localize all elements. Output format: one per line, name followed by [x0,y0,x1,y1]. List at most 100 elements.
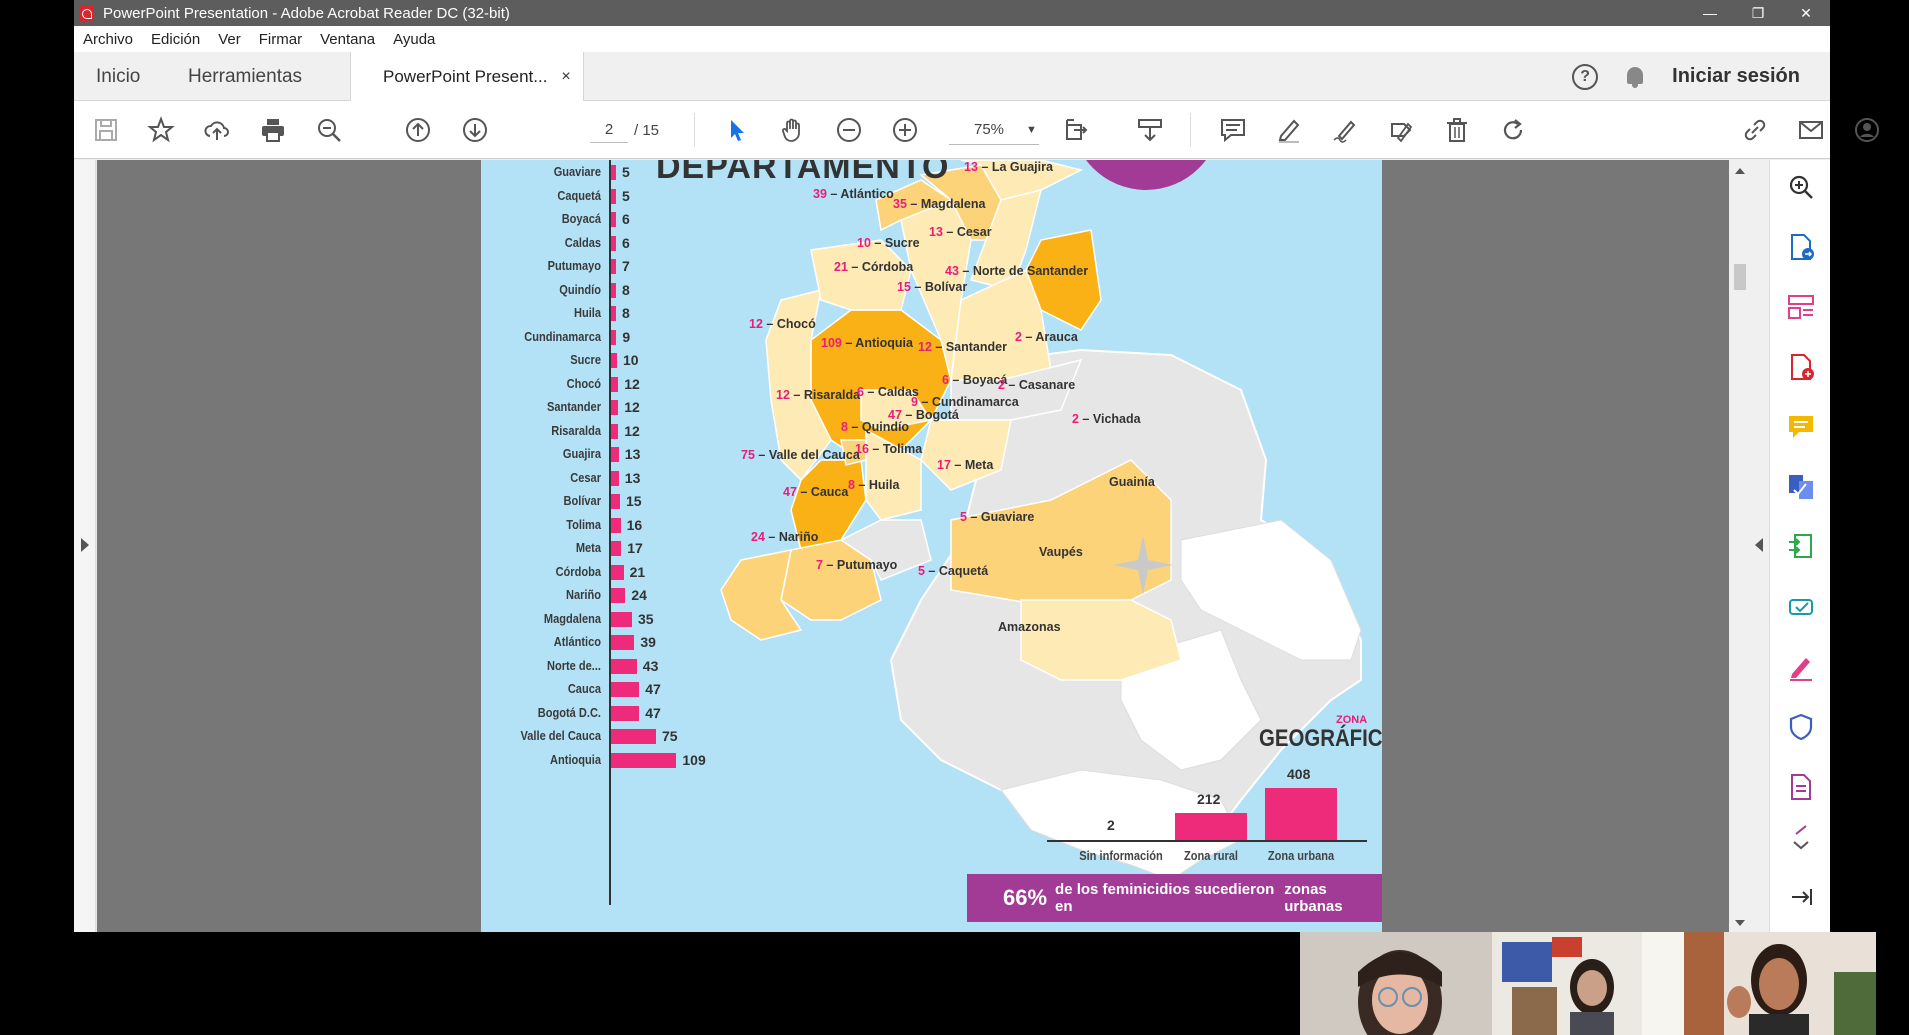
map-label-count: 75 [741,448,755,462]
dept-label: Bolívar [563,493,601,508]
dept-value: 10 [623,352,639,368]
scroll-down-icon[interactable] [1735,920,1745,926]
zoom-select[interactable]: 75% ▼ [949,115,1039,145]
document-area: DEPARTAMENTO Guaviare 5 Caquetá 5 Boyacá 6 Cal… [74,160,1830,932]
zoom-search-icon[interactable] [314,115,344,145]
delete-trash-icon[interactable] [1442,115,1472,145]
zoom-in-icon[interactable] [890,115,920,145]
menu-archivo[interactable]: Archivo [83,31,133,48]
zoom-out-icon[interactable] [834,115,864,145]
dept-value: 9 [622,328,631,345]
upload-cloud-icon[interactable] [202,115,232,145]
page-number-input[interactable] [590,117,628,143]
tab-home[interactable]: Inicio [96,52,140,101]
send-for-review-icon[interactable] [1786,592,1816,622]
prepare-form-icon[interactable] [1786,772,1816,802]
map-label-separator: – [950,458,965,472]
map-label-count: 24 [751,530,765,544]
fill-sign-icon[interactable] [1786,652,1816,682]
edit-stamp-icon[interactable] [1386,115,1416,145]
collapse-pane-icon[interactable] [1786,882,1816,912]
right-panel-toggle[interactable] [1751,160,1769,932]
menu-firmar[interactable]: Firmar [259,31,302,48]
header-right: ? Iniciar sesión [1572,52,1800,101]
dept-value: 39 [640,634,656,650]
map-label: 24 – Nariño [751,530,818,544]
map-label-name: Arauca [1035,330,1078,344]
export-pdf-icon[interactable] [1786,232,1816,262]
dept-value: 5 [622,164,630,180]
more-tools-chevron-icon[interactable] [1786,822,1816,852]
map-label-separator: – [847,260,862,274]
participant-video-3 [1684,932,1876,1035]
map-label-separator: – [958,264,973,278]
notification-bell-icon[interactable] [1624,65,1646,89]
menu-ventana[interactable]: Ventana [320,31,375,48]
organize-pages-icon[interactable] [1786,292,1816,322]
scroll-thumb[interactable] [1734,264,1746,290]
tab-tools[interactable]: Herramientas [188,52,302,101]
scroll-mode-icon[interactable] [1135,115,1165,145]
zoom-tool-icon[interactable] [1786,172,1816,202]
dept-value: 5 [622,187,630,204]
map-label-count: 43 [945,264,959,278]
map-label: 15 – Bolívar [897,280,967,294]
save-icon[interactable] [91,115,121,145]
map-label-name: Valle del Cauca [768,448,860,462]
rotate-icon[interactable] [1498,115,1528,145]
fit-page-icon[interactable] [1062,115,1092,145]
pdf-page: DEPARTAMENTO Guaviare 5 Caquetá 5 Boyacá 6 Cal… [481,160,1382,932]
select-cursor-icon[interactable] [722,115,752,145]
title-bar: PowerPoint Presentation - Adobe Acrobat … [74,0,1830,26]
map-label: 47 – Cauca [783,485,848,499]
sign-pen-icon[interactable] [1330,115,1360,145]
dept-label: Atlántico [553,634,601,649]
dept-value: 13 [624,469,641,486]
close-tab-icon[interactable]: × [561,68,570,86]
dept-bar [611,635,635,650]
dept-bar [611,470,619,486]
menu-edicion[interactable]: Edición [151,31,200,48]
close-window-button[interactable]: ✕ [1782,0,1830,26]
urban-callout: 66% de los feminicidios sucedieron en zo… [967,874,1382,922]
share-link-icon[interactable] [1740,115,1770,145]
participant-video-1 [1300,932,1492,1035]
signin-button[interactable]: Iniciar sesión [1672,65,1800,88]
map-label-separator: – [822,558,837,572]
hand-tool-icon[interactable] [778,115,808,145]
email-icon[interactable] [1796,115,1826,145]
create-pdf-icon[interactable] [1786,352,1816,382]
minimize-button[interactable]: — [1686,0,1734,26]
restore-button[interactable]: ❐ [1734,0,1782,26]
comment-tool-icon[interactable] [1786,412,1816,442]
map-label: 17 – Meta [937,458,993,472]
map-label-separator: – [1004,378,1019,392]
highlight-pen-icon[interactable] [1274,115,1304,145]
left-panel-toggle[interactable] [74,160,96,932]
previous-page-icon[interactable] [403,115,433,145]
document-canvas[interactable]: DEPARTAMENTO Guaviare 5 Caquetá 5 Boyacá 6 Cal… [97,160,1737,932]
dept-value: 24 [631,587,647,603]
tab-document[interactable]: PowerPoint Present... × [350,52,584,102]
account-icon[interactable] [1852,115,1882,145]
combine-files-icon[interactable] [1786,472,1816,502]
scroll-up-icon[interactable] [1735,168,1745,174]
print-icon[interactable] [258,115,288,145]
zona-category: Zona rural [1183,848,1239,863]
map-label: 13 – Cesar [929,225,992,239]
map-label: 7 – Putumayo [816,558,897,572]
next-page-icon[interactable] [460,115,490,145]
dept-value: 35 [638,610,654,627]
vertical-scrollbar[interactable] [1729,160,1751,932]
menu-ayuda[interactable]: Ayuda [393,31,435,48]
map-label-separator: – [1021,330,1036,344]
help-icon[interactable]: ? [1572,63,1599,90]
zona-bar [1175,812,1247,840]
comment-icon[interactable] [1218,115,1248,145]
bookmark-star-icon[interactable] [146,115,176,145]
map-label-name: Caquetá [938,564,989,578]
protect-shield-icon[interactable] [1786,712,1816,742]
zoom-value: 75% [974,121,1005,138]
menu-ver[interactable]: Ver [218,31,241,48]
compress-pdf-icon[interactable] [1786,532,1816,562]
